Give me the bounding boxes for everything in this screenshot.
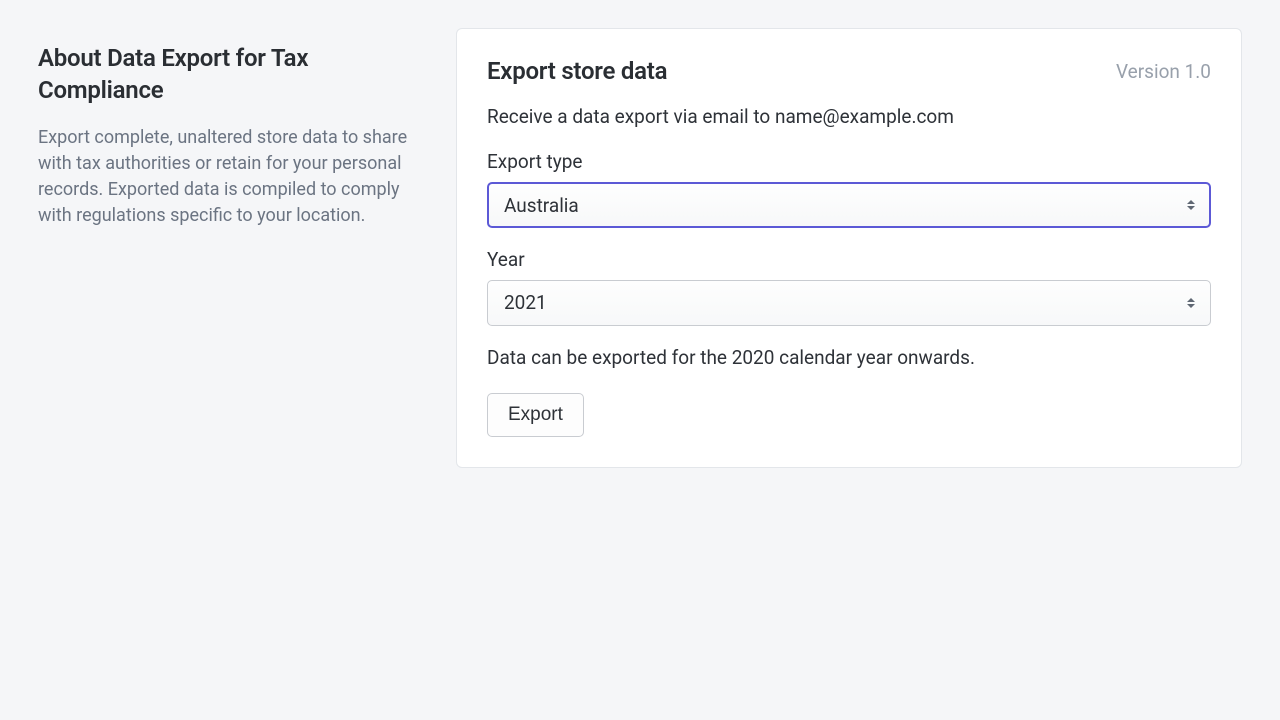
card-description: Receive a data export via email to name@… — [487, 105, 1211, 128]
export-type-label: Export type — [487, 150, 1211, 173]
card-header: Export store data Version 1.0 — [487, 57, 1211, 85]
export-type-select[interactable]: Australia — [487, 182, 1211, 228]
year-help-text: Data can be exported for the 2020 calend… — [487, 346, 1211, 369]
year-label: Year — [487, 248, 1211, 271]
export-button[interactable]: Export — [487, 393, 584, 437]
card-title: Export store data — [487, 57, 667, 85]
export-type-group: Export type Australia — [487, 150, 1211, 228]
about-description: Export complete, unaltered store data to… — [38, 125, 408, 229]
version-label: Version 1.0 — [1116, 60, 1211, 83]
about-sidebar: About Data Export for Tax Compliance Exp… — [38, 28, 408, 692]
year-select-wrap: 2021 — [487, 280, 1211, 326]
export-type-select-wrap: Australia — [487, 182, 1211, 228]
export-card: Export store data Version 1.0 Receive a … — [456, 28, 1242, 468]
year-select[interactable]: 2021 — [487, 280, 1211, 326]
about-title: About Data Export for Tax Compliance — [38, 42, 408, 107]
year-group: Year 2021 — [487, 248, 1211, 326]
